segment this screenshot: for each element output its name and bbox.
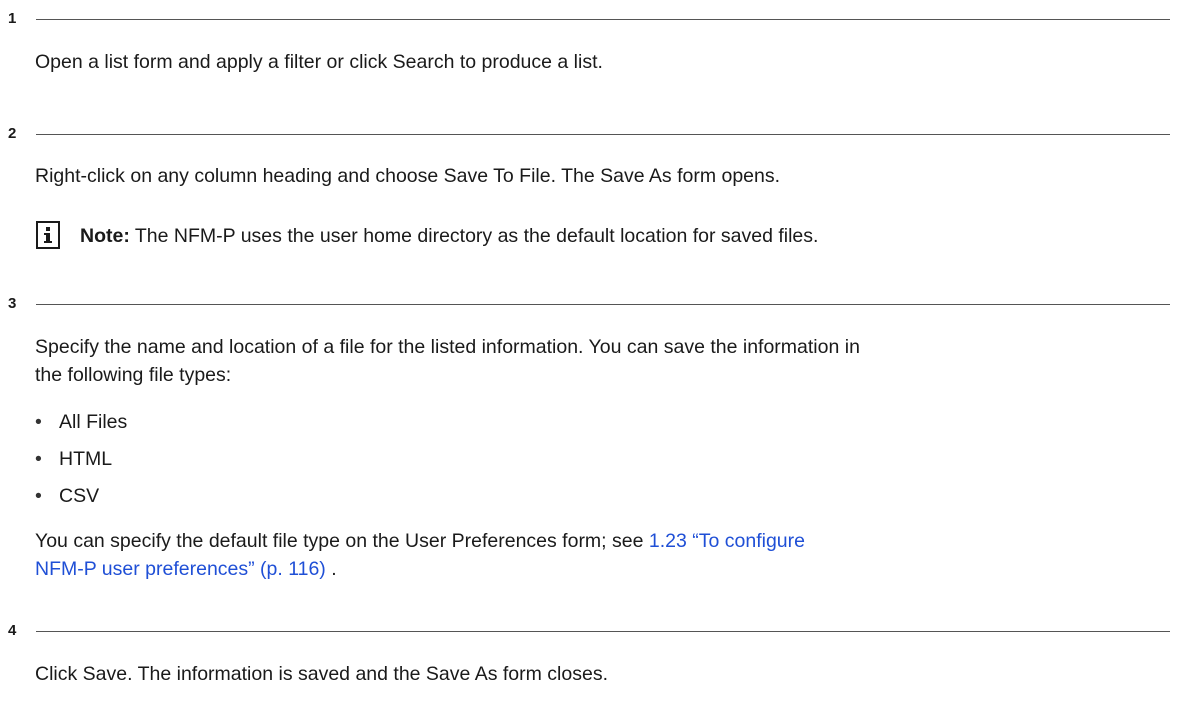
followup-text: You can specify the default file type on… [35, 530, 649, 552]
preferences-link-line-1[interactable]: 1.23 “To configure [649, 530, 805, 552]
step-3-text-line-1: Specify the name and location of a file … [35, 336, 860, 358]
step-number: 1 [8, 10, 17, 27]
step-1-header: 1 [8, 8, 1170, 30]
step-1-text: Open a list form and apply a filter or c… [35, 51, 603, 73]
list-item: • CSV [35, 482, 99, 510]
list-item: • HTML [35, 445, 112, 473]
step-divider [36, 134, 1170, 135]
step-3-followup-text: You can specify the default file type on… [35, 527, 1170, 583]
bullet-icon: • [35, 485, 42, 507]
info-icon [36, 221, 60, 249]
list-item-label: HTML [59, 448, 113, 470]
step-2-text: Right-click on any column heading and ch… [35, 165, 781, 187]
step-divider [36, 631, 1170, 632]
step-number: 2 [8, 125, 17, 142]
note-text: Note: The NFM-P uses the user home direc… [80, 222, 818, 250]
list-item: • All Files [35, 408, 127, 436]
preferences-link-line-2[interactable]: NFM-P user preferences” (p. 116) [35, 558, 326, 580]
note-body: The NFM-P uses the user home directory a… [129, 225, 819, 247]
list-item-label: All Files [59, 411, 128, 433]
step-3-header: 3 [8, 293, 1170, 315]
step-divider [36, 19, 1170, 20]
step-number: 3 [8, 295, 17, 312]
note-callout: Note: The NFM-P uses the user home direc… [35, 221, 1175, 253]
list-item-label: CSV [59, 485, 100, 507]
step-2-header: 2 [8, 123, 1170, 145]
note-label: Note: [80, 225, 130, 247]
followup-end: . [325, 558, 337, 580]
step-divider [36, 304, 1170, 305]
bullet-icon: • [35, 411, 42, 433]
step-3-text-line-2: the following file types: [35, 364, 232, 386]
bullet-icon: • [35, 448, 42, 470]
step-3-text: Specify the name and location of a file … [35, 333, 1170, 389]
step-number: 4 [8, 622, 17, 639]
step-4-header: 4 [8, 620, 1170, 642]
step-4-text: Click Save. The information is saved and… [35, 663, 608, 685]
